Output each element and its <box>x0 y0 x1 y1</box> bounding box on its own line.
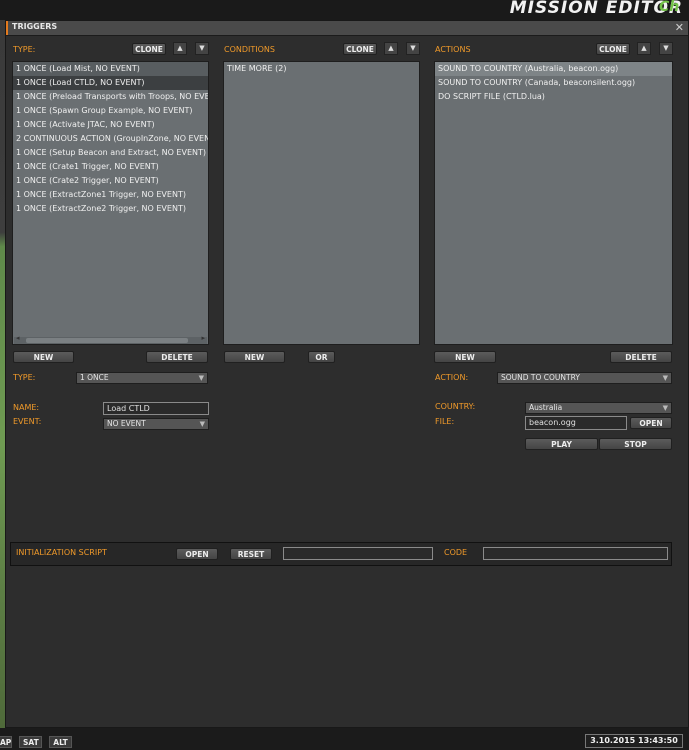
delete-trigger-button[interactable]: DELETE <box>146 351 208 363</box>
new-condition-button[interactable]: NEW <box>224 351 285 363</box>
close-icon[interactable]: ✕ <box>675 21 684 34</box>
trigger-name-label: NAME: <box>13 403 40 412</box>
trigger-type-select[interactable]: 1 ONCE ▼ <box>76 372 208 384</box>
trigger-list-item[interactable]: 2 CONTINUOUS ACTION (GroupInZone, NO EVE… <box>13 132 208 146</box>
trigger-event-select[interactable]: NO EVENT ▼ <box>103 418 209 430</box>
country-select[interactable]: Australia ▼ <box>525 402 672 414</box>
chevron-down-icon: ▼ <box>662 404 668 412</box>
arrow-down-icon: ▼ <box>410 44 416 52</box>
trigger-name-field[interactable]: Load CTLD <box>103 402 209 415</box>
arrow-up-icon: ▲ <box>388 44 394 52</box>
arrow-down-icon: ▼ <box>199 44 205 52</box>
scroll-right-icon[interactable]: ▸ <box>201 334 205 342</box>
init-script-file-field[interactable] <box>283 547 433 560</box>
window-titlebar: TRIGGERS ✕ <box>6 21 688 36</box>
new-trigger-button[interactable]: NEW <box>13 351 74 363</box>
actions-move-up-button[interactable]: ▲ <box>637 42 651 55</box>
action-list-item[interactable]: DO SCRIPT FILE (CTLD.lua) <box>435 90 672 104</box>
scrollbar-thumb[interactable] <box>26 338 188 343</box>
conditions-list[interactable]: TIME MORE (2) <box>223 61 420 345</box>
triggers-clone-button[interactable]: CLONE <box>132 43 166 55</box>
arrow-up-icon: ▲ <box>641 44 647 52</box>
triggers-move-up-button[interactable]: ▲ <box>173 42 187 55</box>
trigger-list-item[interactable]: 1 ONCE (Crate1 Trigger, NO EVENT) <box>13 160 208 174</box>
or-condition-button[interactable]: OR <box>308 351 335 363</box>
horizontal-scrollbar[interactable]: ◂ ▸ <box>14 334 207 344</box>
conditions-move-down-button[interactable]: ▼ <box>406 42 420 55</box>
actions-clone-button[interactable]: CLONE <box>596 43 630 55</box>
trigger-list-item[interactable]: 1 ONCE (Setup Beacon and Extract, NO EVE… <box>13 146 208 160</box>
open-file-button[interactable]: OPEN <box>630 417 672 429</box>
trigger-list-item[interactable]: 1 ONCE (Load CTLD, NO EVENT) <box>13 76 208 90</box>
stop-button[interactable]: STOP <box>599 438 672 450</box>
trigger-list-item[interactable]: 1 ONCE (Spawn Group Example, NO EVENT) <box>13 104 208 118</box>
init-open-button[interactable]: OPEN <box>176 548 218 560</box>
code-label: CODE <box>444 548 468 557</box>
alt-button[interactable]: ALT <box>49 736 72 748</box>
triggers-type-label: TYPE: <box>13 45 36 54</box>
trigger-list-item[interactable]: 1 ONCE (ExtractZone1 Trigger, NO EVENT) <box>13 188 208 202</box>
delete-action-button[interactable]: DELETE <box>610 351 672 363</box>
conditions-label: CONDITIONS <box>224 45 275 54</box>
chevron-down-icon: ▼ <box>198 374 204 382</box>
trigger-type-value: 1 ONCE <box>80 373 109 382</box>
action-list-item[interactable]: SOUND TO COUNTRY (Australia, beacon.ogg) <box>435 62 672 76</box>
conditions-clone-button[interactable]: CLONE <box>343 43 377 55</box>
triggers-list[interactable]: 1 ONCE (Load Mist, NO EVENT) 1 ONCE (Loa… <box>12 61 209 345</box>
init-script-label: INITIALIZATION SCRIPT <box>16 548 107 557</box>
file-field[interactable]: beacon.ogg <box>525 416 627 430</box>
action-type-select[interactable]: SOUND TO COUNTRY ▼ <box>497 372 672 384</box>
window-title: TRIGGERS <box>12 22 58 31</box>
chevron-down-icon: ▼ <box>199 420 205 428</box>
init-reset-button[interactable]: RESET <box>230 548 272 560</box>
init-code-field[interactable] <box>483 547 668 560</box>
condition-list-item[interactable]: TIME MORE (2) <box>224 62 419 76</box>
actions-label: ACTIONS <box>435 45 471 54</box>
trigger-event-label: EVENT: <box>13 417 42 426</box>
trigger-type-label: TYPE: <box>13 373 36 382</box>
trigger-event-value: NO EVENT <box>107 419 146 428</box>
actions-list[interactable]: SOUND TO COUNTRY (Australia, beacon.ogg)… <box>434 61 673 345</box>
triggers-move-down-button[interactable]: ▼ <box>195 42 209 55</box>
arrow-up-icon: ▲ <box>177 44 183 52</box>
play-button[interactable]: PLAY <box>525 438 598 450</box>
actions-move-down-button[interactable]: ▼ <box>659 42 673 55</box>
titlebar-accent <box>6 21 8 35</box>
logo-icon: Ch <box>659 0 680 15</box>
action-type-label: ACTION: <box>435 373 469 382</box>
map-button[interactable]: AP <box>0 736 12 748</box>
country-label: COUNTRY: <box>435 402 476 411</box>
action-type-value: SOUND TO COUNTRY <box>501 373 580 382</box>
chevron-down-icon: ▼ <box>662 374 668 382</box>
date-time-display: 3.10.2015 13:43:50 <box>585 734 683 748</box>
conditions-move-up-button[interactable]: ▲ <box>384 42 398 55</box>
arrow-down-icon: ▼ <box>663 44 669 52</box>
trigger-list-item[interactable]: 1 ONCE (Load Mist, NO EVENT) <box>13 62 208 76</box>
scroll-left-icon[interactable]: ◂ <box>16 334 20 342</box>
mission-editor-title: MISSION EDITOR <box>509 0 683 18</box>
trigger-list-item[interactable]: 1 ONCE (Activate JTAC, NO EVENT) <box>13 118 208 132</box>
trigger-list-item[interactable]: 1 ONCE (Preload Transports with Troops, … <box>13 90 208 104</box>
trigger-list-item[interactable]: 1 ONCE (ExtractZone2 Trigger, NO EVENT) <box>13 202 208 216</box>
sat-button[interactable]: SAT <box>19 736 42 748</box>
trigger-list-item[interactable]: 1 ONCE (Crate2 Trigger, NO EVENT) <box>13 174 208 188</box>
country-value: Australia <box>529 403 563 412</box>
action-list-item[interactable]: SOUND TO COUNTRY (Canada, beaconsilent.o… <box>435 76 672 90</box>
file-label: FILE: <box>435 417 455 426</box>
new-action-button[interactable]: NEW <box>434 351 496 363</box>
